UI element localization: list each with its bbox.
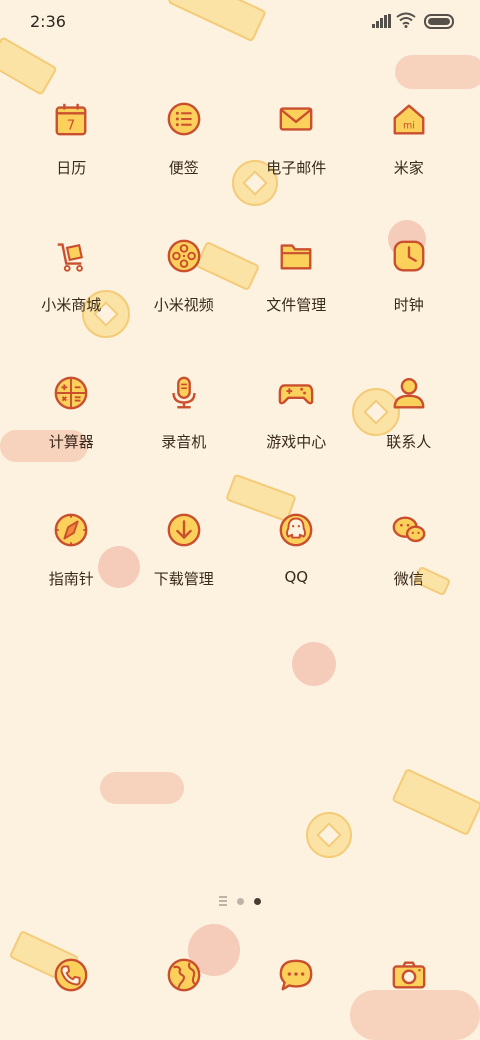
app-label: QQ [284,568,309,586]
contact-icon [386,370,432,416]
page-indicator[interactable] [0,896,480,906]
app-mi-home[interactable]: mi 米家 [353,90,466,227]
notes-icon [161,96,207,142]
status-time: 2:36 [30,12,66,31]
app-mi-store[interactable]: 小米商城 [15,227,128,364]
app-email[interactable]: 电子邮件 [240,90,353,227]
wallpaper-ticket [0,36,58,96]
svg-text:mi: mi [403,121,415,132]
wechat-icon [386,507,432,553]
app-label: 便签 [168,159,199,177]
app-notes[interactable]: 便签 [128,90,241,227]
clock-icon [386,233,432,279]
wallpaper-flower [292,642,336,686]
folder-icon [273,233,319,279]
browser-globe-icon [167,958,201,992]
app-mi-video[interactable]: 小米视频 [128,227,241,364]
app-calculator[interactable]: 计算器 [15,364,128,501]
app-calendar[interactable]: 7 日历 [15,90,128,227]
app-label: 计算器 [48,433,94,451]
battery-icon [424,14,454,29]
app-qq[interactable]: QQ [240,501,353,638]
app-label: 联系人 [386,433,432,451]
app-label: 游戏中心 [266,433,327,451]
app-label: 录音机 [161,433,207,451]
app-compass[interactable]: 指南针 [15,501,128,638]
qq-penguin-icon [273,507,319,553]
compass-icon [48,507,94,553]
dock [15,952,465,998]
phone-icon [54,958,88,992]
app-game-center[interactable]: 游戏中心 [240,364,353,501]
calendar-icon: 7 [48,96,94,142]
app-label: 小米商城 [41,296,102,314]
app-label: 指南针 [48,570,94,588]
dock-phone[interactable] [48,952,94,998]
wallpaper-cloud [100,772,184,804]
app-downloads[interactable]: 下载管理 [128,501,241,638]
app-label: 时钟 [393,296,424,314]
app-file-manager[interactable]: 文件管理 [240,227,353,364]
calculator-icon [48,370,94,416]
svg-text:7: 7 [67,118,75,133]
app-label: 米家 [393,159,424,177]
messages-icon [279,959,313,991]
film-reel-icon [161,233,207,279]
wallpaper-coin [306,812,352,858]
shopping-cart-icon [48,233,94,279]
camera-icon [392,961,426,989]
status-bar: 2:36 [0,0,480,42]
wallpaper-cloud [395,55,480,89]
dock-messages[interactable] [273,952,319,998]
download-icon [161,507,207,553]
app-label: 日历 [56,159,87,177]
gamepad-icon [273,370,319,416]
app-label: 文件管理 [266,296,327,314]
mail-icon [273,96,319,142]
app-label: 小米视频 [153,296,214,314]
app-label: 电子邮件 [266,159,327,177]
page-dot-active[interactable] [254,897,261,905]
app-contacts[interactable]: 联系人 [353,364,466,501]
microphone-icon [161,370,207,416]
app-label: 微信 [393,570,424,588]
page-dot[interactable] [237,897,244,905]
dock-browser[interactable] [161,952,207,998]
app-clock[interactable]: 时钟 [353,227,466,364]
mi-home-icon: mi [386,96,432,142]
cellular-signal-icon [372,14,391,28]
wifi-icon [396,12,416,28]
app-recorder[interactable]: 录音机 [128,364,241,501]
wallpaper-ticket [391,767,480,837]
app-grid: 7 日历 便签 电子邮件 mi 米家 小米商城 小米视频 文件管理 时钟 计算器… [15,90,465,638]
page-dot-menu[interactable] [219,896,227,906]
app-wechat[interactable]: 微信 [353,501,466,638]
dock-camera[interactable] [386,952,432,998]
app-label: 下载管理 [153,570,214,588]
